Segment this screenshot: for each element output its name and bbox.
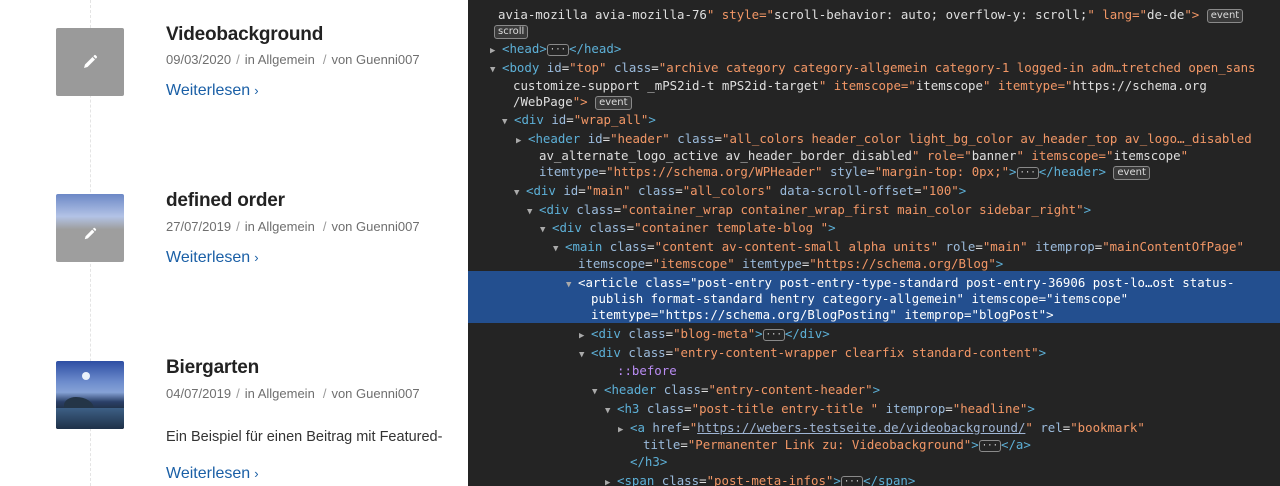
read-more-link[interactable]: Weiterlesen › <box>166 249 259 267</box>
expand-arrow-icon[interactable]: ▶ <box>605 474 617 486</box>
expand-arrow-icon[interactable]: ▶ <box>579 327 591 345</box>
post-author[interactable]: von Guenni007 <box>331 52 419 67</box>
post-date: 04/07/2019 <box>166 386 232 401</box>
meta-separator: / <box>236 386 240 401</box>
dom-node-line[interactable]: ▼ <div id="wrap_all"> <box>468 111 1280 129</box>
read-more-label: Weiterlesen <box>166 82 251 99</box>
post-author[interactable]: von Guenni007 <box>331 219 419 234</box>
read-more-label: Weiterlesen <box>166 465 251 482</box>
dom-node-line[interactable]: ▶ <head> ··· </head> <box>468 40 1280 58</box>
collapse-arrow-icon[interactable]: ▼ <box>514 184 526 202</box>
pencil-icon <box>56 200 124 262</box>
collapse-arrow-icon[interactable]: ▼ <box>540 221 552 239</box>
dom-node-line[interactable]: /WebPage"> event <box>468 93 1280 111</box>
collapsed-content-ellipsis[interactable]: ··· <box>840 475 864 486</box>
post-date: 27/07/2019 <box>166 219 232 234</box>
collapse-arrow-icon[interactable]: ▼ <box>605 402 617 420</box>
dom-node-line[interactable]: </h3> <box>468 453 1280 471</box>
meta-separator: / <box>322 219 327 234</box>
post-thumbnail[interactable] <box>56 194 124 262</box>
dom-node-line[interactable]: ▶ <header id="header" class="all_colors h… <box>468 130 1280 148</box>
meta-separator: / <box>236 52 240 67</box>
dom-node-line[interactable]: ▼ <div class="container_wrap container_wr… <box>468 201 1280 219</box>
post-category[interactable]: in Allgemein <box>245 219 315 234</box>
chevron-right-icon: › <box>254 466 259 481</box>
post-date: 09/03/2020 <box>166 52 232 67</box>
meta-separator: / <box>236 219 240 234</box>
read-more-link[interactable]: Weiterlesen › <box>166 465 259 483</box>
collapse-arrow-icon[interactable]: ▼ <box>502 113 514 131</box>
moon-glow <box>82 372 90 380</box>
dom-node-line[interactable]: title="Permanenter Link zu: Videobackgro… <box>468 436 1280 454</box>
scroll-badge-line: scroll <box>468 22 1280 40</box>
blog-list: Videobackground 09/03/2020 / in Allgemein /… <box>0 0 468 486</box>
event-badge[interactable]: event <box>1206 8 1244 23</box>
scroll-badge[interactable]: scroll <box>494 24 529 39</box>
event-badge[interactable]: event <box>595 95 632 110</box>
collapsed-content-ellipsis[interactable]: ··· <box>1016 166 1039 179</box>
dom-node-line[interactable]: ▶ <a href="https://webers-testseite.de/vi… <box>468 419 1280 437</box>
dom-node-line[interactable]: ▼ <h3 class="post-title entry-title " ite… <box>468 400 1280 418</box>
dom-node-line[interactable]: ▼ <body id="top" class="archive category … <box>468 59 1280 77</box>
meta-separator: / <box>322 386 327 401</box>
post-meta: 04/07/2019 / in Allgemein / von Guenni007 <box>166 386 420 401</box>
collapsed-content-ellipsis[interactable]: ··· <box>762 328 785 341</box>
meta-separator: / <box>322 52 327 67</box>
dom-node-line[interactable]: ▼ <div class="entry-content-wrapper clear… <box>468 344 1280 362</box>
post-title[interactable]: Videobackground <box>166 24 323 46</box>
dom-node-line[interactable]: ::before <box>468 362 1280 380</box>
dom-node-line[interactable]: itemtype="https://schema.org/BlogPosting… <box>468 306 1280 324</box>
sea-shape <box>56 408 124 429</box>
dom-node-line[interactable]: ▼ <div id="main" class="all_colors" data-… <box>468 182 1280 200</box>
pencil-icon <box>56 28 124 96</box>
post-meta: 27/07/2019 / in Allgemein / von Guenni007 <box>166 219 420 234</box>
chevron-right-icon: › <box>254 83 259 98</box>
post-thumbnail[interactable] <box>56 28 124 96</box>
devtools-elements-panel: avia-mozilla avia-mozilla-76" style="scr… <box>468 0 1280 486</box>
read-more-link[interactable]: Weiterlesen › <box>166 82 259 100</box>
post-category[interactable]: in Allgemein <box>245 386 315 401</box>
dom-node-line[interactable]: ▼ <main class="content av-content-small a… <box>468 238 1280 256</box>
post-title[interactable]: defined order <box>166 190 285 212</box>
dom-node-line[interactable]: itemtype="https://schema.org/WPHeader" s… <box>468 163 1280 181</box>
collapsed-content-ellipsis[interactable]: ··· <box>546 43 570 56</box>
post-thumbnail-coast-photo[interactable] <box>56 361 124 429</box>
post-author[interactable]: von Guenni007 <box>331 386 419 401</box>
chevron-right-icon: › <box>254 250 259 265</box>
collapsed-content-ellipsis[interactable]: ··· <box>978 439 1001 452</box>
expand-arrow-icon[interactable]: ▶ <box>490 42 502 60</box>
post-meta: 09/03/2020 / in Allgemein / von Guenni007 <box>166 52 420 67</box>
dom-node-line[interactable]: ▼ <div class="container template-blog "> <box>468 219 1280 237</box>
read-more-label: Weiterlesen <box>166 249 251 266</box>
post-title[interactable]: Biergarten <box>166 357 259 379</box>
dom-node-line[interactable]: ▼ <header class="entry-content-header"> <box>468 381 1280 399</box>
dom-node-line[interactable]: itemscope="itemscope" itemtype="https://… <box>468 255 1280 273</box>
collapse-arrow-icon[interactable]: ▼ <box>592 383 604 401</box>
post-excerpt: Ein Beispiel für einen Beitrag mit Featu… <box>166 429 443 445</box>
dom-node-line[interactable]: ▶ <span class="post-meta-infos"> ··· </span… <box>468 472 1280 486</box>
event-badge[interactable]: event <box>1113 165 1150 180</box>
post-category[interactable]: in Allgemein <box>245 52 315 67</box>
dom-node-line[interactable]: ▶ <div class="blog-meta"> ··· </div> <box>468 325 1280 343</box>
